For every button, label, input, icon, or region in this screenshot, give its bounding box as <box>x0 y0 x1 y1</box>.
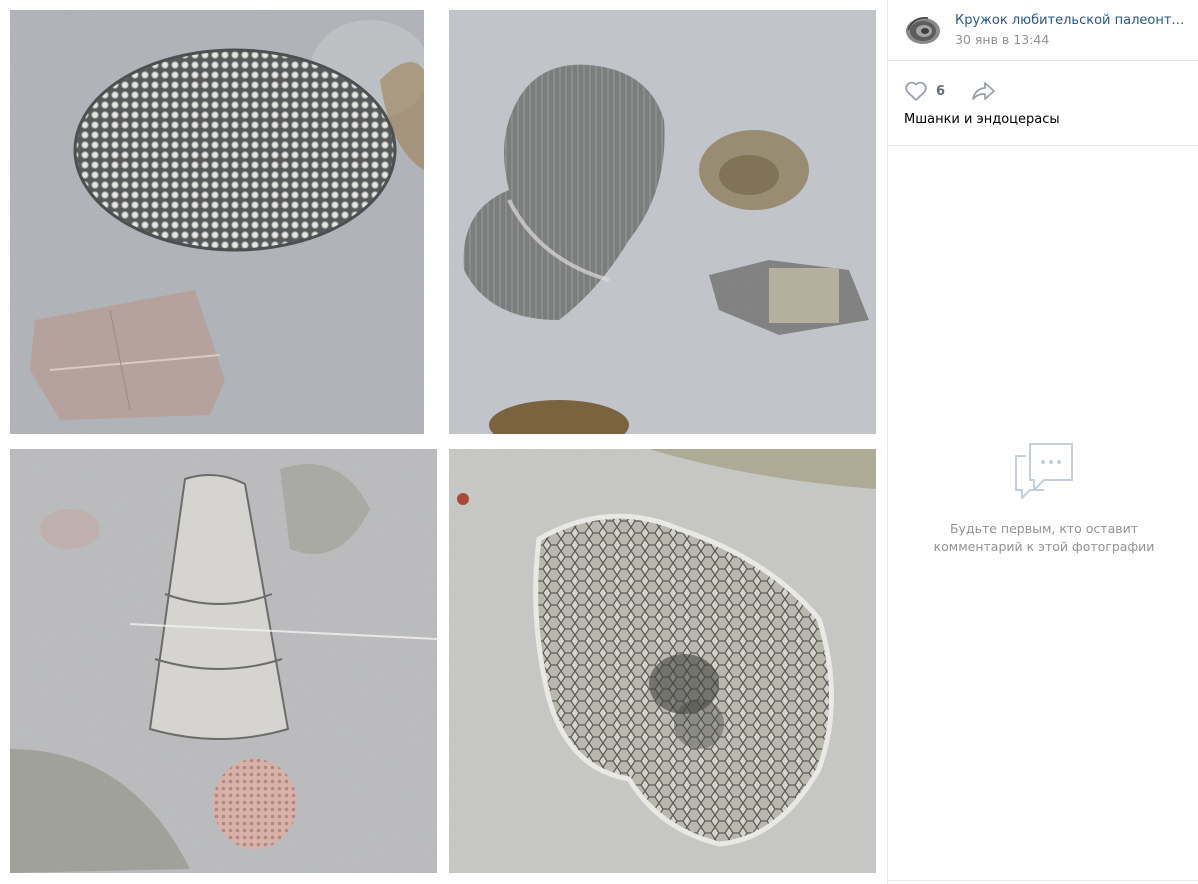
bottom-divider <box>888 880 1198 881</box>
divider <box>888 145 1198 146</box>
group-avatar[interactable] <box>904 12 942 48</box>
photo-bryozoan-irregular[interactable] <box>449 449 876 873</box>
post-header: Кружок любительской палеонтоло... 30 янв… <box>888 0 1198 61</box>
photo-grid <box>0 0 886 884</box>
chat-bubble-icon <box>1012 440 1076 504</box>
post-author-link[interactable]: Кружок любительской палеонтоло... <box>955 13 1187 28</box>
photo-endoceras[interactable] <box>10 449 437 873</box>
photo-bryozoan-round[interactable] <box>10 10 424 434</box>
like-count: 6 <box>936 83 946 99</box>
post-panel: Кружок любительской палеонтоло... 30 янв… <box>887 0 1198 884</box>
post-caption: Мшанки и эндоцерасы <box>904 112 1060 127</box>
post-actions: 6 <box>904 78 997 104</box>
post-date[interactable]: 30 янв в 13:44 <box>955 32 1049 47</box>
share-arrow-icon <box>972 82 995 100</box>
photo-shell-fossil[interactable] <box>449 10 876 434</box>
like-button[interactable]: 6 <box>904 80 945 102</box>
empty-comments-text: Будьте первым, кто оставит комментарий к… <box>933 521 1155 554</box>
share-button[interactable] <box>971 80 997 102</box>
heart-icon <box>905 81 927 101</box>
ammonite-avatar-icon <box>906 17 940 44</box>
